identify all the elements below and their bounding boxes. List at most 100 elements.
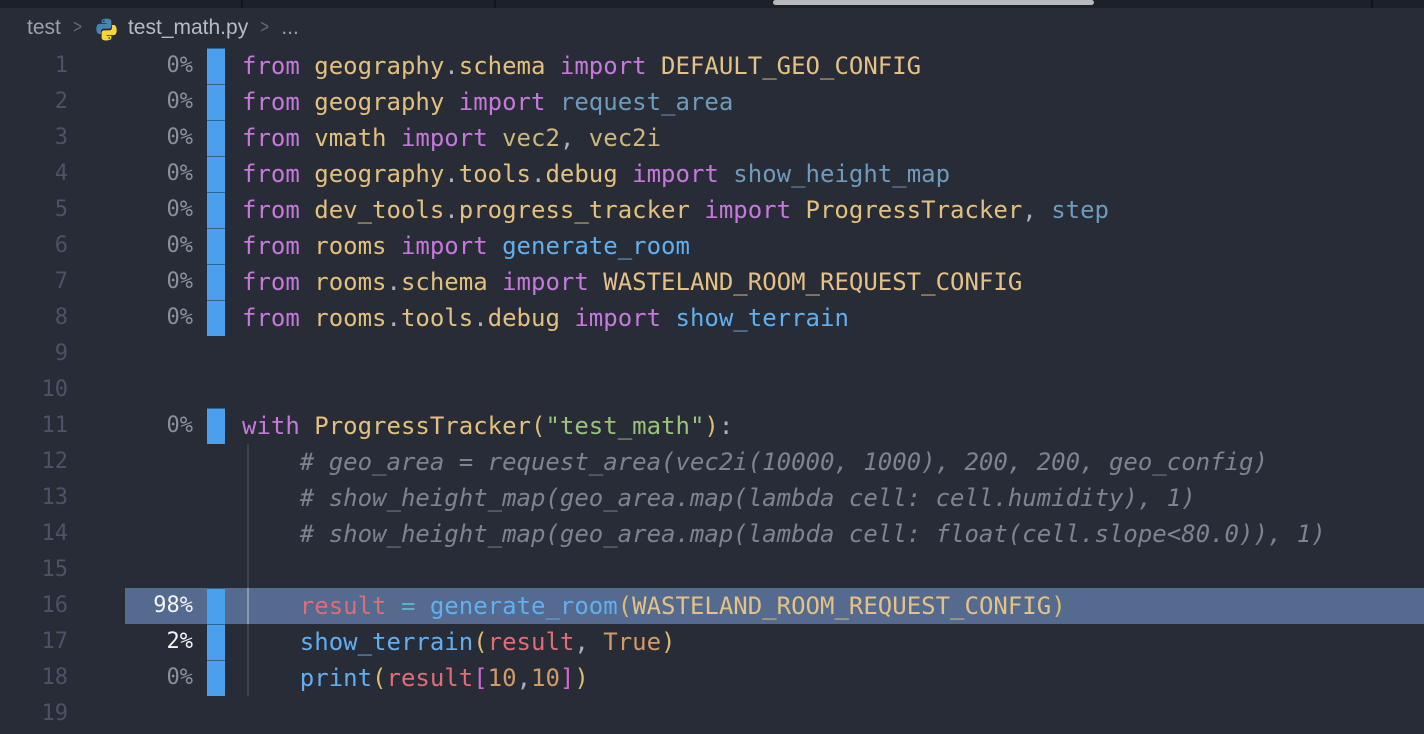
token-num: True xyxy=(603,628,661,656)
coverage-percent: 2% xyxy=(68,624,193,660)
code-line[interactable]: 9 xyxy=(0,336,1424,372)
code-text[interactable]: from geography import request_area xyxy=(242,84,733,120)
token-str: "test_math" xyxy=(545,412,704,440)
code-text[interactable]: # show_height_map(geo_area.map(lambda ce… xyxy=(242,480,1196,516)
line-number[interactable]: 2 xyxy=(0,84,68,120)
editor-code-area[interactable]: 10%from geography.schema import DEFAULT_… xyxy=(0,48,1424,732)
code-line[interactable]: 10% from geography.schema import DEFAULT_… xyxy=(0,48,1424,84)
breadcrumb-file[interactable]: test_math.py xyxy=(128,16,248,40)
code-line[interactable]: 19 xyxy=(0,696,1424,732)
breadcrumb: test > test_math.py > ... xyxy=(0,8,1424,48)
token-br1: ) xyxy=(704,412,718,440)
code-text[interactable]: with ProgressTracker("test_math"): xyxy=(242,408,733,444)
token-kw: from xyxy=(242,52,314,80)
coverage-percent: 0% xyxy=(68,156,193,192)
token-mod: schema xyxy=(459,52,546,80)
token-br1: ) xyxy=(574,664,588,692)
code-text[interactable]: show_terrain(result, True) xyxy=(242,624,676,660)
code-line[interactable]: 180% print(result[10,10]) xyxy=(0,660,1424,696)
coverage-percent xyxy=(68,480,193,516)
line-number[interactable]: 8 xyxy=(0,300,68,336)
line-number[interactable]: 17 xyxy=(0,624,68,660)
scroll-indicator[interactable] xyxy=(773,0,1094,5)
line-number[interactable]: 19 xyxy=(0,696,68,732)
line-number[interactable]: 4 xyxy=(0,156,68,192)
coverage-percent xyxy=(68,552,193,588)
line-number[interactable]: 12 xyxy=(0,444,68,480)
indent-guide xyxy=(247,552,249,588)
token-br1: ( xyxy=(372,664,386,692)
coverage-percent: 0% xyxy=(68,48,193,84)
token-kw: import xyxy=(560,304,676,332)
coverage-percent: 0% xyxy=(68,228,193,264)
token-const: DEFAULT_GEO_CONFIG xyxy=(661,52,921,80)
code-text[interactable]: result = generate_room(WASTELAND_ROOM_RE… xyxy=(242,588,1066,624)
token-pun: , xyxy=(574,628,603,656)
code-line[interactable]: 80%from rooms.tools.debug import show_te… xyxy=(0,300,1424,336)
code-line[interactable]: 172% show_terrain(result, True) xyxy=(0,624,1424,660)
line-number[interactable]: 5 xyxy=(0,192,68,228)
code-line[interactable]: 40% from geography.tools.debug import sho… xyxy=(0,156,1424,192)
token-mut: request_area xyxy=(560,88,733,116)
gutter-decoration-cell xyxy=(207,624,225,660)
code-text[interactable]: from rooms.tools.debug import show_terra… xyxy=(242,300,849,336)
token-pun: . xyxy=(387,268,401,296)
line-number[interactable]: 16 xyxy=(0,588,68,624)
line-number[interactable]: 11 xyxy=(0,408,68,444)
token-pun: : xyxy=(719,412,733,440)
line-number[interactable]: 3 xyxy=(0,120,68,156)
code-line[interactable]: 12 # geo_area = request_area(vec2i(10000… xyxy=(0,444,1424,480)
code-text[interactable]: from geography.schema import DEFAULT_GEO… xyxy=(242,48,921,84)
coverage-percent xyxy=(68,696,193,732)
token-kw: import xyxy=(387,232,503,260)
code-line[interactable]: 20%from geography import request_area xyxy=(0,84,1424,120)
token-kw: import xyxy=(690,196,806,224)
code-text[interactable]: from rooms import generate_room xyxy=(242,228,690,264)
code-text[interactable]: from vmath import vec2, vec2i xyxy=(242,120,661,156)
gutter-decoration-cell xyxy=(207,192,225,228)
line-number[interactable]: 15 xyxy=(0,552,68,588)
code-line[interactable]: 60% from rooms import generate_room xyxy=(0,228,1424,264)
token-mod: progress_tracker xyxy=(459,196,690,224)
breadcrumb-symbol[interactable]: ... xyxy=(281,16,299,40)
code-text[interactable]: from geography.tools.debug import show_h… xyxy=(242,156,950,192)
code-line[interactable]: 15 xyxy=(0,552,1424,588)
line-number[interactable]: 1 xyxy=(0,48,68,84)
line-number[interactable]: 18 xyxy=(0,660,68,696)
code-text[interactable]: from dev_tools.progress_tracker import P… xyxy=(242,192,1109,228)
chevron-right-icon: > xyxy=(73,17,82,39)
code-line[interactable]: 14 # show_height_map(geo_area.map(lambda… xyxy=(0,516,1424,552)
coverage-percent: 98% xyxy=(68,588,193,624)
code-line[interactable]: 110%with ProgressTracker("test_math"): xyxy=(0,408,1424,444)
line-number[interactable]: 13 xyxy=(0,480,68,516)
code-line[interactable]: 13 # show_height_map(geo_area.map(lambda… xyxy=(0,480,1424,516)
line-number[interactable]: 6 xyxy=(0,228,68,264)
gutter-decoration-cell xyxy=(207,480,225,516)
line-number[interactable]: 7 xyxy=(0,264,68,300)
token-var: result xyxy=(488,628,575,656)
code-text[interactable]: print(result[10,10]) xyxy=(242,660,589,696)
token-pun: , xyxy=(1022,196,1051,224)
code-line[interactable]: 50%from dev_tools.progress_tracker impor… xyxy=(0,192,1424,228)
code-line[interactable]: 70%from rooms.schema import WASTELAND_RO… xyxy=(0,264,1424,300)
token-kw: from xyxy=(242,160,314,188)
code-line[interactable]: 30%from vmath import vec2, vec2i xyxy=(0,120,1424,156)
coverage-bar-icon xyxy=(207,264,225,300)
line-number[interactable]: 9 xyxy=(0,336,68,372)
code-text[interactable]: # show_height_map(geo_area.map(lambda ce… xyxy=(242,516,1326,552)
code-line[interactable]: 1698% result = generate_room(WASTELAND_R… xyxy=(0,588,1424,624)
code-text[interactable]: # geo_area = request_area(vec2i(10000, 1… xyxy=(242,444,1268,480)
code-text[interactable]: from rooms.schema import WASTELAND_ROOM_… xyxy=(242,264,1022,300)
python-icon xyxy=(94,17,119,42)
coverage-bar-icon xyxy=(207,300,225,336)
code-line[interactable]: 10 xyxy=(0,372,1424,408)
line-number[interactable]: 14 xyxy=(0,516,68,552)
coverage-bar-icon xyxy=(207,624,225,660)
coverage-bar-icon xyxy=(207,660,225,696)
token-kw: with xyxy=(242,412,314,440)
breadcrumb-folder[interactable]: test xyxy=(27,16,61,40)
line-number[interactable]: 10 xyxy=(0,372,68,408)
token-pun: . xyxy=(387,304,401,332)
token-br1: ) xyxy=(661,628,675,656)
coverage-bar-icon xyxy=(207,156,225,192)
